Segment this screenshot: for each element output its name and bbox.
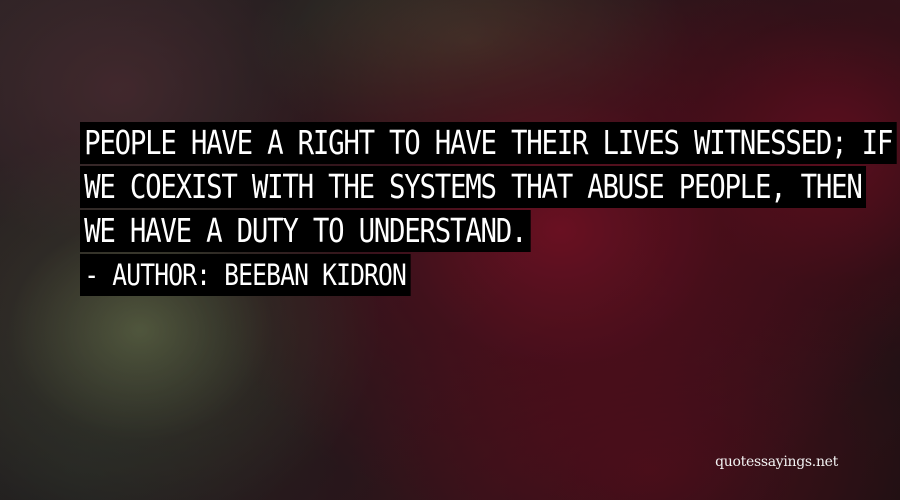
quote-image: PEOPLE HAVE A RIGHT TO HAVE THEIR LIVES …	[0, 0, 900, 500]
author-attribution: - AUTHOR: BEEBAN KIDRON	[80, 254, 411, 296]
quote-block: PEOPLE HAVE A RIGHT TO HAVE THEIR LIVES …	[80, 122, 897, 298]
quote-line-2: WE COEXIST WITH THE SYSTEMS THAT ABUSE P…	[80, 166, 866, 208]
quote-line-3: WE HAVE A DUTY TO UNDERSTAND.	[80, 210, 531, 252]
quote-line-1: PEOPLE HAVE A RIGHT TO HAVE THEIR LIVES …	[80, 122, 897, 164]
site-watermark: quotessayings.net	[715, 454, 838, 470]
